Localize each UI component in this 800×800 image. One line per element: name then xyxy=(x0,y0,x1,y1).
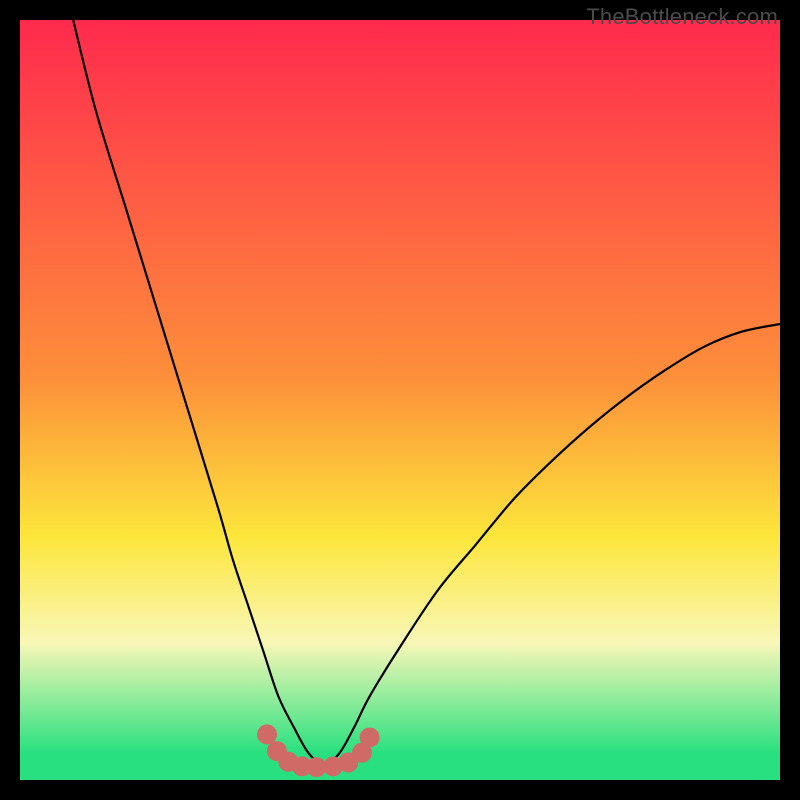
marker-dot xyxy=(257,724,277,744)
chart-frame: TheBottleneck.com xyxy=(0,0,800,800)
watermark-text: TheBottleneck.com xyxy=(586,4,778,30)
plot-area xyxy=(20,20,780,780)
chart-svg xyxy=(20,20,780,780)
gradient-background xyxy=(20,20,780,780)
marker-dot xyxy=(360,727,380,747)
